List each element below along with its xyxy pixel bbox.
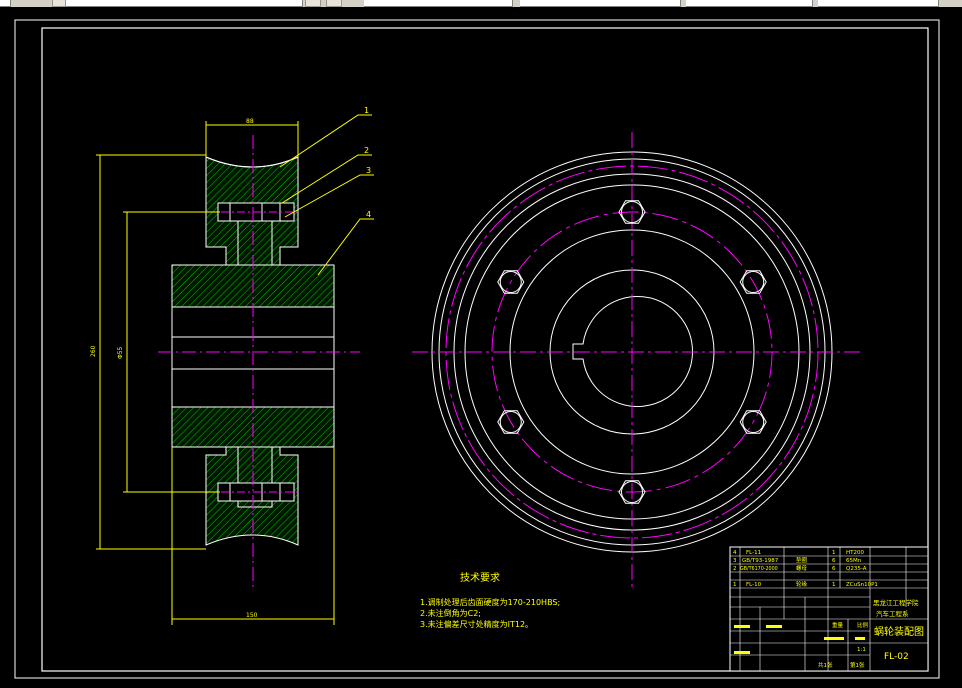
balloon-4: 4 xyxy=(366,210,371,219)
part-mat-4: HT200 xyxy=(846,550,864,556)
notes-title: 技术要求 xyxy=(460,571,500,584)
part-qty-2: 6 xyxy=(832,566,836,572)
school-name: 黑龙江工程学院 xyxy=(873,598,919,607)
note-1: 1.调制处理后齿面硬度为170-210HBS; xyxy=(420,597,560,607)
part-mat-1: ZCuSn10P1 xyxy=(846,582,878,588)
part-no-1: 1 xyxy=(733,582,737,588)
balloon-2: 2 xyxy=(364,146,369,155)
balloon-1: 1 xyxy=(364,106,369,115)
part-no-2: 2 xyxy=(733,566,737,572)
note-3: 3.未注偏差尺寸处精度为IT12。 xyxy=(420,619,533,629)
part-qty-1: 1 xyxy=(832,582,836,588)
dim-bolt-label: Φ55 xyxy=(117,346,124,359)
weight-label: 重量 xyxy=(832,621,844,629)
part-qty-4: 1 xyxy=(832,550,836,556)
dim-bottom-label: 150 xyxy=(246,612,258,619)
part-code-3: GB/T93-1987 xyxy=(742,558,779,564)
layer-prev-button[interactable] xyxy=(326,0,342,7)
dim-outer-label: 260 xyxy=(90,345,97,357)
part-name-2: 螺母 xyxy=(796,564,808,572)
plotstyle-dropdown[interactable] xyxy=(818,0,939,7)
part-code-4: FL-11 xyxy=(746,550,761,556)
toolbar-strip xyxy=(0,0,962,7)
part-no-3: 3 xyxy=(733,558,737,564)
toolbar-field[interactable] xyxy=(0,0,11,7)
part-code-1: FL-10 xyxy=(746,582,762,588)
layer-state-button[interactable] xyxy=(305,0,321,7)
sheet-count: 共1张 xyxy=(818,661,833,669)
cad-drawing-canvas[interactable]: 88 260 Φ55 150 1 2 3 4 技术要求 1.调制处理后齿面硬度为… xyxy=(0,7,962,688)
sheet-index: 第1张 xyxy=(850,661,865,669)
layer-dropdown[interactable] xyxy=(66,0,303,7)
technical-notes: 技术要求 1.调制处理后齿面硬度为170-210HBS; 2.未注倒角为C2; … xyxy=(420,571,560,629)
part-name-3: 垫圈 xyxy=(796,556,808,564)
lineweight-dropdown[interactable] xyxy=(686,0,813,7)
part-no-4: 4 xyxy=(733,550,737,556)
note-2: 2.未注倒角为C2; xyxy=(420,608,481,618)
color-dropdown[interactable] xyxy=(364,0,513,7)
drawing-number: FL-02 xyxy=(884,652,909,662)
scale-value: 1:1 xyxy=(857,647,866,653)
title-block: 4 FL-11 1 HT200 3 GB/T93-1987 垫圈 6 65Mn … xyxy=(729,546,929,672)
dept-name: 汽车工程系 xyxy=(876,609,909,618)
balloon-3: 3 xyxy=(366,166,371,175)
part-name-1: 轮缘 xyxy=(796,580,808,588)
dim-top-label: 88 xyxy=(246,118,254,125)
part-mat-3: 65Mn xyxy=(846,558,862,564)
section-view xyxy=(158,135,360,587)
part-mat-2: Q235-A xyxy=(846,566,867,572)
part-code-2: GB/T6170-2000 xyxy=(740,566,778,572)
drawing-title: 蜗轮装配图 xyxy=(874,625,924,638)
linetype-dropdown[interactable] xyxy=(520,0,681,7)
part-qty-3: 6 xyxy=(832,558,836,564)
scale-label: 比例 xyxy=(857,621,869,629)
toolbar-button[interactable] xyxy=(52,0,66,7)
